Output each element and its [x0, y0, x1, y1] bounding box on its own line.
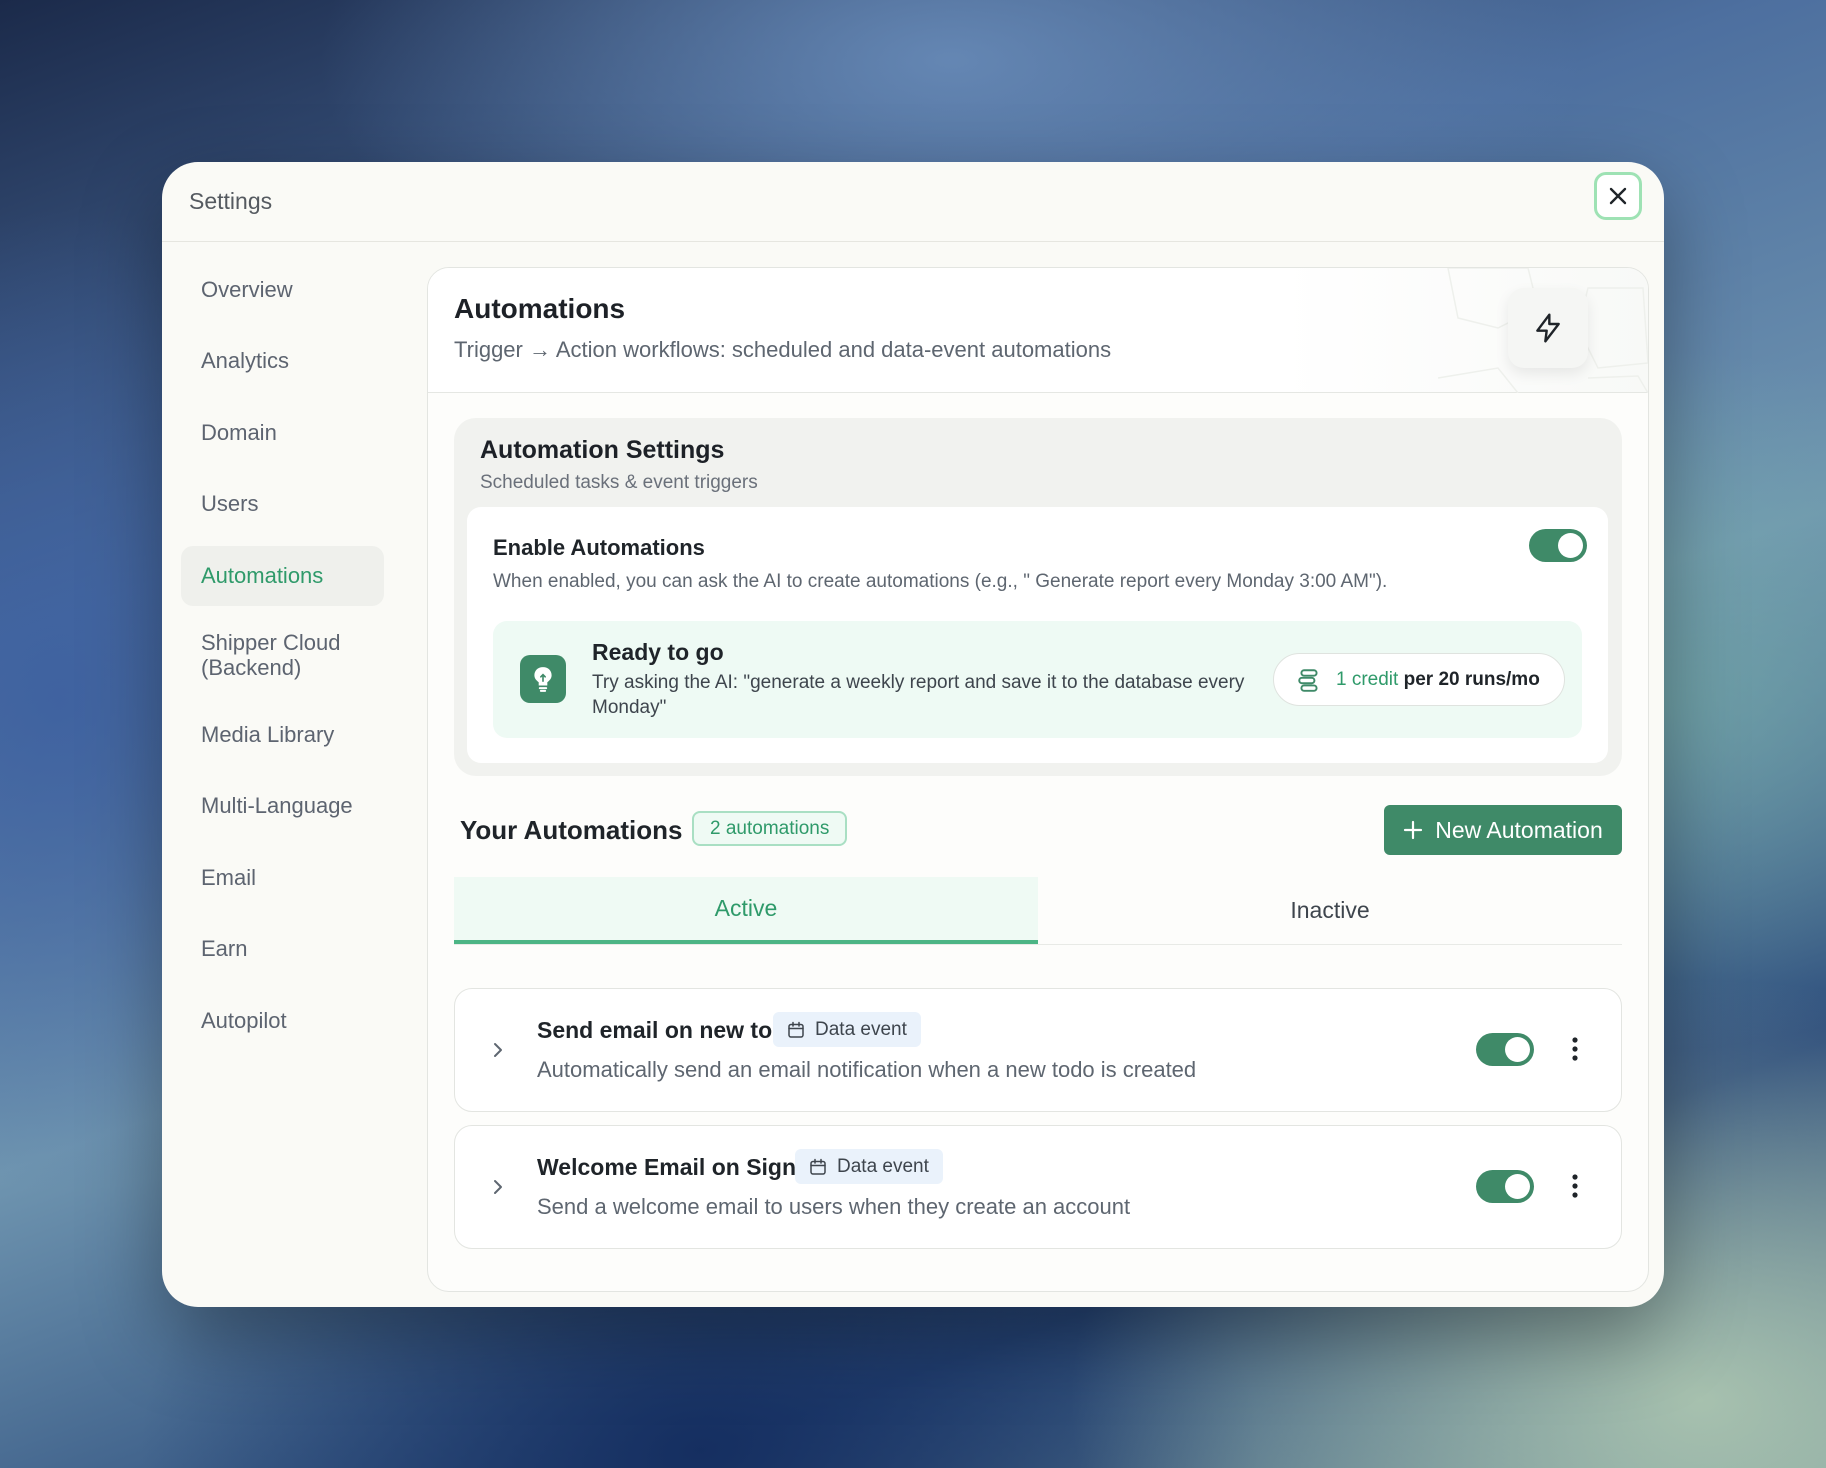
- ready-title: Ready to go: [592, 639, 724, 665]
- your-automations-title: Your Automations: [460, 815, 683, 845]
- tab-inactive[interactable]: Inactive: [1038, 877, 1622, 944]
- automation-title: Send email on new todo: [537, 1017, 801, 1043]
- sidebar-item-analytics[interactable]: Analytics: [181, 332, 384, 392]
- credit-rate: per 20 runs/mo: [1403, 668, 1540, 690]
- chevron-right-icon[interactable]: [491, 1176, 505, 1198]
- enable-automations-title: Enable Automations: [493, 535, 705, 560]
- automation-row[interactable]: Send email on new todo Data event Automa…: [454, 988, 1622, 1112]
- credit-info-pill: 1 credit per 20 runs/mo: [1273, 653, 1565, 706]
- automation-row[interactable]: Welcome Email on Signup Data event Send …: [454, 1125, 1622, 1249]
- new-automation-button[interactable]: New Automation: [1384, 805, 1622, 855]
- automation-tabs: Active Inactive: [454, 877, 1622, 945]
- lightning-icon: [1536, 313, 1560, 343]
- chevron-right-icon[interactable]: [491, 1039, 505, 1061]
- sidebar-item-multi-language[interactable]: Multi-Language: [181, 777, 384, 837]
- close-button[interactable]: [1594, 172, 1642, 220]
- dialog-header: Settings: [162, 162, 1664, 242]
- enable-automations-description: When enabled, you can ask the AI to crea…: [493, 571, 1388, 592]
- tab-active[interactable]: Active: [454, 877, 1038, 944]
- dialog-title: Settings: [189, 188, 273, 214]
- page-header: Automations Trigger → Action workflows: …: [428, 268, 1648, 393]
- data-event-badge: Data event: [773, 1012, 921, 1047]
- credit-amount: 1 credit: [1336, 668, 1399, 690]
- ready-to-go-box: Ready to go Try asking the AI: "generate…: [493, 621, 1582, 738]
- close-icon: [1609, 187, 1627, 205]
- calendar-icon: [788, 1021, 804, 1038]
- settings-sidebar: Overview Analytics Domain Users Automati…: [181, 260, 384, 1063]
- ready-description: Try asking the AI: "generate a weekly re…: [592, 672, 1245, 718]
- toggle-knob: [1505, 1174, 1530, 1199]
- plus-icon: [1404, 820, 1423, 840]
- sidebar-item-overview[interactable]: Overview: [181, 260, 384, 320]
- sidebar-item-media-library[interactable]: Media Library: [181, 705, 384, 765]
- sidebar-item-domain[interactable]: Domain: [181, 403, 384, 463]
- automation-title: Welcome Email on Signup: [537, 1154, 825, 1180]
- sidebar-item-shipper-cloud[interactable]: Shipper Cloud (Backend): [181, 618, 384, 694]
- toggle-knob: [1505, 1037, 1530, 1062]
- sidebar-item-earn[interactable]: Earn: [181, 920, 384, 980]
- more-options-icon[interactable]: [1571, 1035, 1579, 1063]
- sidebar-item-users[interactable]: Users: [181, 475, 384, 535]
- automation-description: Automatically send an email notification…: [537, 1057, 1197, 1082]
- automation-count-badge: 2 automations: [692, 811, 848, 846]
- automation-settings-card: Automation Settings Scheduled tasks & ev…: [454, 418, 1622, 776]
- data-event-label: Data event: [837, 1155, 929, 1177]
- enable-automations-toggle[interactable]: [1529, 529, 1587, 562]
- automation-settings-title: Automation Settings: [480, 436, 725, 464]
- lightbulb-badge: [520, 655, 566, 703]
- toggle-knob: [1558, 533, 1583, 558]
- data-event-badge: Data event: [795, 1149, 943, 1184]
- sidebar-item-automations[interactable]: Automations: [181, 546, 384, 606]
- sidebar-item-email[interactable]: Email: [181, 848, 384, 908]
- settings-dialog: Settings Overview Analytics Domain Users…: [162, 162, 1664, 1307]
- more-options-icon[interactable]: [1571, 1172, 1579, 1200]
- automation-toggle[interactable]: [1476, 1170, 1534, 1203]
- enable-automations-card: Enable Automations When enabled, you can…: [467, 507, 1608, 763]
- automations-badge: [1508, 288, 1588, 368]
- new-automation-label: New Automation: [1435, 816, 1603, 843]
- calendar-icon: [810, 1158, 826, 1175]
- automation-toggle[interactable]: [1476, 1033, 1534, 1066]
- lightbulb-icon: [534, 667, 552, 692]
- data-event-label: Data event: [815, 1018, 907, 1040]
- your-automations-header: Your Automations 2 automations New Autom…: [460, 805, 1622, 855]
- automation-description: Send a welcome email to users when they …: [537, 1194, 1131, 1219]
- automations-panel: Automations Trigger → Action workflows: …: [427, 267, 1649, 1292]
- sidebar-item-autopilot[interactable]: Autopilot: [181, 991, 384, 1051]
- coins-icon: [1298, 668, 1318, 692]
- automation-settings-subtitle: Scheduled tasks & event triggers: [480, 472, 758, 493]
